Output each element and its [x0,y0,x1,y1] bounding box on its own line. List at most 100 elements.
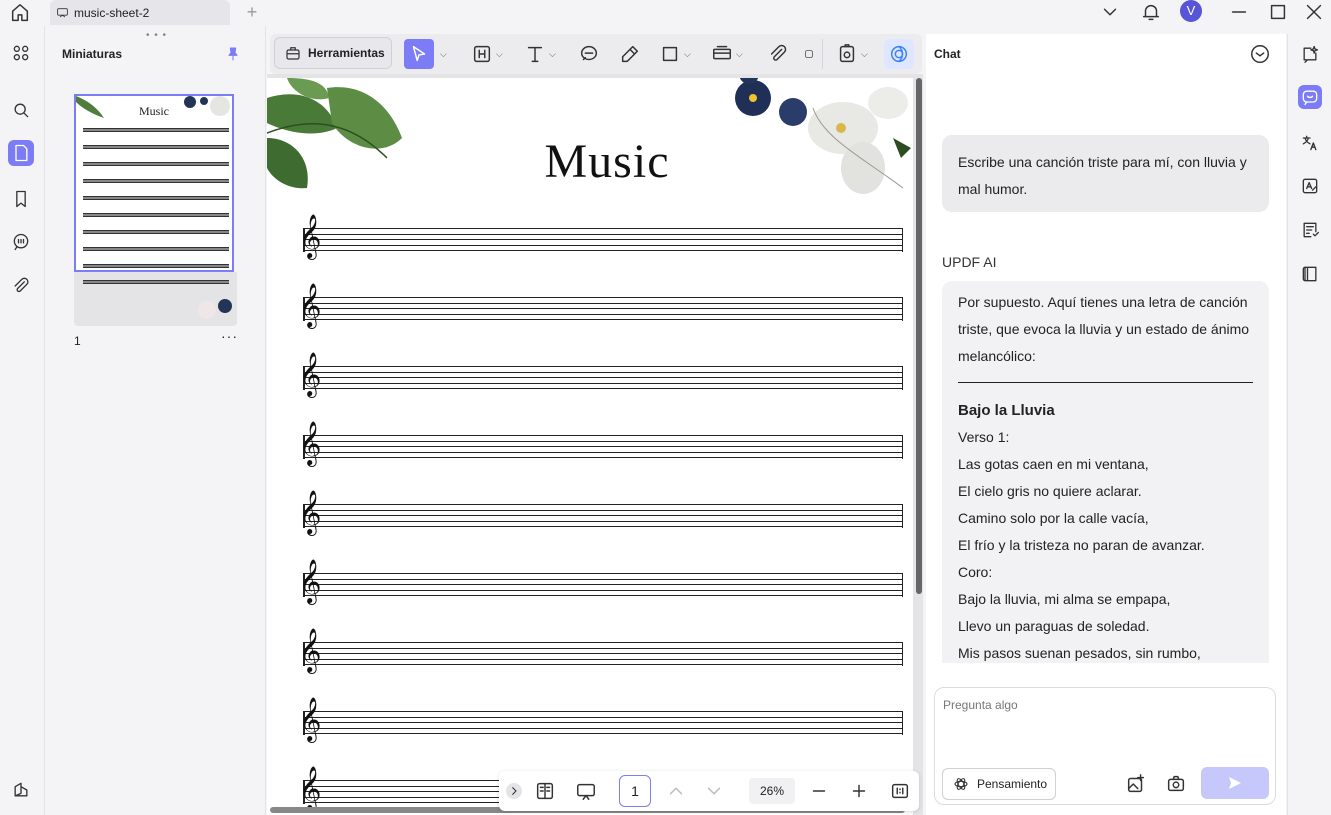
atom-icon [953,776,969,792]
attach-tool[interactable] [767,40,789,68]
chat-title: Chat [934,47,961,61]
song-line: Verso 1: [958,429,1010,445]
minimize-icon[interactable] [1228,1,1250,23]
zoom-out-icon[interactable] [808,780,830,802]
thumbnails-icon[interactable] [8,140,34,166]
thumbnail-more-button[interactable]: ··· [221,328,238,344]
comment-tool[interactable] [578,40,600,68]
song-title: Bajo la Lluvia [958,402,1055,419]
thinking-toggle-button[interactable]: Pensamiento [942,768,1056,800]
maximize-icon[interactable] [1267,1,1289,23]
panel-grip[interactable]: • • • [146,30,167,41]
song-line: El frío y la tristeza no paran de avanza… [958,537,1205,553]
paperclip-icon [767,43,789,65]
bell-icon[interactable] [1140,1,1162,23]
actual-size-icon[interactable] [889,780,911,802]
select-tool[interactable] [404,39,434,69]
search-icon[interactable] [8,97,34,123]
avatar[interactable]: V [1180,0,1202,22]
chevron-down-icon[interactable] [703,780,725,802]
page-navigation-bar: 1 26% [499,771,919,811]
chevron-down-icon: ⌵ [736,48,743,59]
chat-input-box[interactable]: Pregunta algo Pensamiento [934,687,1276,805]
camera-icon [836,43,858,65]
home-icon[interactable] [9,2,31,24]
ai-swirl-icon [888,43,910,65]
stamp-tool[interactable]: ⌵ [711,40,743,68]
bookmark-icon[interactable] [8,186,34,212]
ocr-icon[interactable] [1298,174,1322,198]
attachment-icon[interactable] [8,273,34,299]
thumbnail-panel: • • • Miniaturas Music 1 ··· [46,26,266,815]
pin-icon[interactable] [225,45,241,63]
page-number-input[interactable]: 1 [619,775,651,807]
treble-clef-icon: 𝄞 [299,214,322,258]
vertical-scrollbar[interactable] [916,78,922,594]
treble-clef-icon: 𝄞 [299,421,322,465]
music-staff: 𝄞 [299,492,903,532]
toolbar-divider [822,39,823,69]
screenshot-icon[interactable] [1165,773,1187,795]
history-icon[interactable] [1249,43,1271,65]
document-viewer[interactable]: Music 𝄞 𝄞 𝄞 𝄞 𝄞 𝄞 𝄞 𝄞 𝄞 [267,74,923,815]
tools-button-label: Herramientas [308,46,385,60]
thinking-toggle-label: Pensamiento [977,777,1048,791]
chat-input[interactable]: Pregunta algo [943,698,1018,712]
summarize-icon[interactable] [1298,218,1322,242]
image-upload-icon[interactable] [1125,773,1147,795]
chevron-up-icon[interactable] [665,780,687,802]
reading-mode-icon[interactable] [534,780,556,802]
page-title: Music [544,135,670,188]
comments-icon[interactable] [8,229,34,255]
music-staff: 𝄞 [299,285,903,325]
user-message: Escribe una canción triste para mí, con … [942,135,1269,212]
treble-clef-icon: 𝄞 [299,490,322,534]
heading-tool[interactable]: ⌵ [471,40,503,68]
rectangle-icon [659,43,681,65]
chevron-down-icon: ⌵ [496,48,503,59]
chevron-down-icon: ⌵ [861,48,868,59]
music-staff: 𝄞 [299,699,903,739]
document-tab-label: music-sheet-2 [74,5,150,20]
overflow-tool[interactable] [804,40,814,68]
song-line: El cielo gris no quiere aclarar. [958,483,1142,499]
ai-assistant-tool[interactable] [884,39,914,69]
close-icon[interactable] [1303,1,1325,23]
translate-icon[interactable] [1298,131,1322,155]
right-rail [1287,34,1331,815]
comment-icon [578,43,600,65]
cursor-icon [408,43,430,65]
select-tool-chevron-icon[interactable]: ⌵ [440,49,447,60]
music-staff: 𝄞 [299,354,903,394]
ai-chat-sparkle-icon[interactable] [1298,42,1322,66]
song-line: Llevo un paraguas de soledad. [958,618,1150,634]
new-tab-button[interactable]: + [242,2,262,22]
layers-icon[interactable] [8,777,34,803]
chat-icon[interactable] [1298,85,1322,109]
apps-grid-icon[interactable] [8,40,34,66]
thumbnail-title: Music [139,104,169,118]
collapse-nav-icon[interactable] [506,783,522,799]
song-line: Camino solo por la calle vacía, [958,510,1149,526]
send-button[interactable] [1201,767,1269,799]
zoom-level[interactable]: 26% [749,778,795,804]
capture-tool[interactable]: ⌵ [836,40,868,68]
song-line: Las gotas caen en mi ventana, [958,456,1149,472]
highlight-tool[interactable] [619,40,641,68]
presentation-icon[interactable] [575,780,597,802]
song-line: Mis pasos suenan pesados, sin rumbo, [958,645,1201,661]
song-line: Bajo la lluvia, mi alma se empapa, [958,591,1171,607]
chevron-down-icon: ⌵ [684,48,691,59]
treble-clef-icon: 𝄞 [299,628,322,672]
document-tab[interactable]: music-sheet-2 [50,0,230,25]
treble-clef-icon: 𝄞 [299,697,322,741]
text-tool[interactable]: ⌵ [524,40,556,68]
shape-tool[interactable]: ⌵ [659,40,691,68]
book-icon[interactable] [1298,262,1322,286]
zoom-in-icon[interactable] [848,780,870,802]
chevron-down-icon[interactable] [1099,1,1121,23]
page-thumbnail[interactable]: Music [74,94,234,272]
music-staff: 𝄞 [299,630,903,670]
text-icon [524,43,546,65]
tools-button[interactable]: Herramientas [274,37,392,69]
